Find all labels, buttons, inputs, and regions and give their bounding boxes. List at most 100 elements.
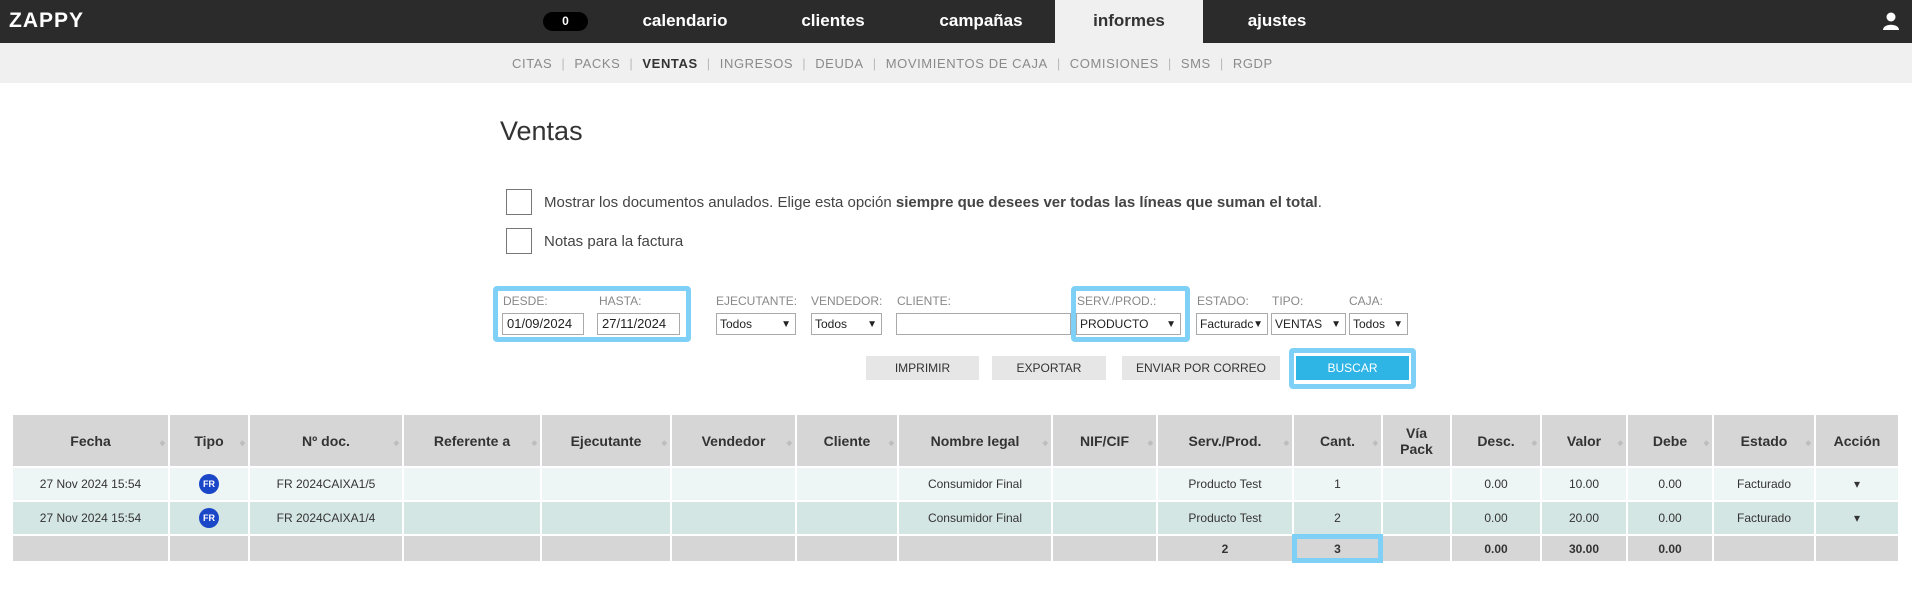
hasta-input[interactable]: 27/11/2024 xyxy=(597,313,680,335)
row-action-dropdown-icon[interactable]: ▾ xyxy=(1816,502,1898,534)
subnav-sms[interactable]: SMS xyxy=(1181,56,1211,71)
total-valor: 30.00 xyxy=(1542,536,1626,561)
anulados-checkbox[interactable] xyxy=(506,189,532,215)
nav-informes[interactable]: informes xyxy=(1055,0,1203,43)
totals-row: 2 3 0.00 30.00 0.00 xyxy=(13,534,1898,563)
table-row[interactable]: 27 Nov 2024 15:54 FR FR 2024CAIXA1/4 Con… xyxy=(13,502,1898,534)
cliente-input[interactable] xyxy=(896,313,1071,335)
nav-ajustes[interactable]: ajustes xyxy=(1218,0,1336,43)
cell-tipo: FR xyxy=(170,502,248,534)
tipo-select[interactable]: VENTAS ▼ xyxy=(1271,313,1346,335)
ejecutante-select[interactable]: Todos ▼ xyxy=(716,313,796,335)
col-vendedor[interactable]: Vendedor ◆ xyxy=(672,415,795,466)
imprimir-button[interactable]: IMPRIMIR xyxy=(866,356,979,380)
servprod-label: SERV./PROD.: xyxy=(1077,294,1157,308)
desde-label: DESDE: xyxy=(503,294,548,308)
cell-debe: 0.00 xyxy=(1628,468,1712,500)
fr-badge[interactable]: FR xyxy=(199,508,219,528)
sort-icon: ◆ xyxy=(393,440,399,447)
sort-icon: ◆ xyxy=(1617,440,1623,447)
caja-label: CAJA: xyxy=(1349,294,1384,308)
col-servprod[interactable]: Serv./Prod. ◆ xyxy=(1158,415,1292,466)
vendedor-select[interactable]: Todos ▼ xyxy=(811,313,882,335)
total-empty xyxy=(250,536,402,561)
enviar-correo-button[interactable]: ENVIAR POR CORREO xyxy=(1122,356,1280,380)
subnav-movimientos-caja[interactable]: MOVIMIENTOS DE CAJA xyxy=(886,56,1048,71)
cell-nif xyxy=(1053,468,1156,500)
sort-icon: ◆ xyxy=(661,440,667,447)
ejecutante-value: Todos xyxy=(720,317,753,331)
subnav-rgdp[interactable]: RGDP xyxy=(1233,56,1273,71)
hasta-label: HASTA: xyxy=(599,294,642,308)
nav-campanas[interactable]: campañas xyxy=(922,0,1040,43)
col-estado[interactable]: Estado ◆ xyxy=(1714,415,1814,466)
exportar-button[interactable]: EXPORTAR xyxy=(992,356,1106,380)
caja-value: Todos xyxy=(1353,317,1386,331)
col-desc-label: Desc. xyxy=(1477,432,1515,449)
subnav-citas[interactable]: CITAS xyxy=(512,56,552,71)
vendedor-value: Todos xyxy=(815,317,848,331)
user-icon[interactable] xyxy=(1881,11,1901,31)
total-empty xyxy=(542,536,670,561)
subnav-ventas[interactable]: VENTAS xyxy=(642,56,697,71)
servprod-select[interactable]: PRODUCTO ▼ xyxy=(1076,313,1181,335)
nav-calendario[interactable]: calendario xyxy=(626,0,744,43)
sort-icon: ◆ xyxy=(1531,440,1537,447)
col-valor[interactable]: Valor ◆ xyxy=(1542,415,1626,466)
subnav-deuda[interactable]: DEUDA xyxy=(815,56,864,71)
chevron-down-icon: ▼ xyxy=(781,319,791,330)
cliente-label: CLIENTE: xyxy=(897,294,952,308)
total-empty xyxy=(1816,536,1898,561)
cell-cant: 2 xyxy=(1294,502,1381,534)
table-row[interactable]: 27 Nov 2024 15:54 FR FR 2024CAIXA1/5 Con… xyxy=(13,468,1898,500)
subnav-packs[interactable]: PACKS xyxy=(574,56,620,71)
notification-badge[interactable]: 0 xyxy=(543,12,588,31)
col-vendedor-label: Vendedor xyxy=(701,432,766,449)
cell-cant: 1 xyxy=(1294,468,1381,500)
col-cliente[interactable]: Cliente ◆ xyxy=(797,415,897,466)
col-desc[interactable]: Desc. ◆ xyxy=(1452,415,1540,466)
col-estado-label: Estado xyxy=(1740,432,1788,449)
col-ejecutante[interactable]: Ejecutante ◆ xyxy=(542,415,670,466)
sort-icon: ◆ xyxy=(1703,440,1709,447)
total-empty xyxy=(797,536,897,561)
fr-badge[interactable]: FR xyxy=(199,474,219,494)
col-nombre-legal[interactable]: Nombre legal ◆ xyxy=(899,415,1051,466)
caja-select[interactable]: Todos ▼ xyxy=(1349,313,1408,335)
total-empty xyxy=(170,536,248,561)
subnav-list: CITAS | PACKS | VENTAS | INGRESOS | DEUDA | MOVIMI… xyxy=(512,56,1273,71)
buscar-button[interactable]: BUSCAR xyxy=(1296,356,1409,380)
subnav-comisiones[interactable]: COMISIONES xyxy=(1070,56,1159,71)
cell-vendedor xyxy=(672,468,795,500)
nav-clientes[interactable]: clientes xyxy=(774,0,892,43)
app-logo[interactable]: ZAPPY xyxy=(9,9,84,33)
col-nif[interactable]: NIF/CIF ◆ xyxy=(1053,415,1156,466)
col-referente[interactable]: Referente a ◆ xyxy=(404,415,540,466)
col-num-doc-label: Nº doc. xyxy=(302,432,350,449)
chevron-down-icon: ▼ xyxy=(1331,319,1341,330)
desde-input[interactable]: 01/09/2024 xyxy=(502,313,584,335)
sort-icon: ◆ xyxy=(786,440,792,447)
chevron-down-icon: ▼ xyxy=(1166,319,1176,330)
notas-label: Notas para la factura xyxy=(544,232,684,250)
col-tipo[interactable]: Tipo ◆ xyxy=(170,415,248,466)
subnav-ingresos[interactable]: INGRESOS xyxy=(720,56,793,71)
col-cant-label: Cant. xyxy=(1320,432,1355,449)
col-num-doc[interactable]: Nº doc. ◆ xyxy=(250,415,402,466)
cell-referente xyxy=(404,468,540,500)
cell-ejecutante xyxy=(542,468,670,500)
notas-checkbox[interactable] xyxy=(506,228,532,254)
col-fecha[interactable]: Fecha ◆ xyxy=(13,415,168,466)
servprod-value: PRODUCTO xyxy=(1080,317,1149,331)
col-debe[interactable]: Debe ◆ xyxy=(1628,415,1712,466)
col-via-pack[interactable]: Vía Pack xyxy=(1383,415,1450,466)
chevron-down-icon: ▼ xyxy=(1393,319,1403,330)
estado-select[interactable]: Facturadc ▼ xyxy=(1196,313,1268,335)
col-cant[interactable]: Cant. ◆ xyxy=(1294,415,1381,466)
sort-icon: ◆ xyxy=(1283,440,1289,447)
cell-estado: Facturado xyxy=(1714,468,1814,500)
row-action-dropdown-icon[interactable]: ▾ xyxy=(1816,468,1898,500)
cell-servprod: Producto Test xyxy=(1158,502,1292,534)
col-servprod-label: Serv./Prod. xyxy=(1188,432,1262,449)
subnav-separator: | xyxy=(1056,56,1061,71)
